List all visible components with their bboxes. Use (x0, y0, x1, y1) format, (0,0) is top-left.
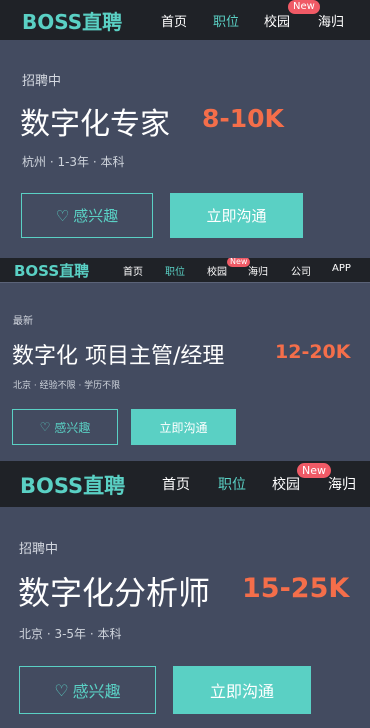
nav-overseas[interactable]: 海归 (318, 11, 344, 30)
new-badge: New (297, 463, 331, 478)
nav-home[interactable]: 首页 (162, 474, 190, 494)
job-salary: 12-20K (275, 341, 351, 363)
chat-now-label: 立即沟通 (206, 207, 267, 225)
divider (0, 282, 370, 283)
heart-icon: ♡ (54, 680, 69, 700)
job-status: 招聘中 (19, 542, 59, 557)
job-meta: 北京 · 3-5年 · 本科 (19, 627, 122, 641)
job-status: 最新 (13, 316, 33, 327)
job-status: 招聘中 (22, 74, 62, 89)
interest-label: 感兴趣 (73, 207, 119, 225)
new-badge: New (227, 258, 251, 267)
interest-button[interactable]: ♡ 感兴趣 (19, 666, 156, 714)
top-navbar: BOSS直聘 首页 职位 校园 New 海归 (0, 0, 370, 40)
job-card-2: BOSS直聘 首页 职位 校园 New 海归 公司 APP 最新 数字化 项目主… (0, 258, 370, 461)
chat-now-button[interactable]: 立即沟通 (173, 666, 311, 714)
nav-overseas[interactable]: 海归 (248, 263, 268, 278)
job-card-1: BOSS直聘 首页 职位 校园 New 海归 招聘中 数字化专家 8-10K 杭… (0, 0, 370, 258)
nav-company[interactable]: 公司 (291, 263, 311, 278)
chat-now-button[interactable]: 立即沟通 (131, 409, 236, 445)
chat-now-label: 立即沟通 (209, 682, 274, 701)
chat-now-label: 立即沟通 (159, 420, 208, 435)
job-meta: 杭州 · 1-3年 · 本科 (22, 155, 125, 169)
nav-overseas[interactable]: 海归 (328, 474, 356, 494)
job-meta: 北京 · 经验不限 · 学历不限 (13, 381, 121, 391)
heart-icon: ♡ (55, 206, 70, 225)
nav-campus[interactable]: 校园 (272, 474, 300, 494)
boss-logo[interactable]: BOSS直聘 (22, 6, 122, 35)
job-title[interactable]: 数字化 项目主管/经理 (12, 338, 224, 370)
interest-button[interactable]: ♡ 感兴趣 (21, 193, 153, 238)
job-title[interactable]: 数字化分析师 (18, 568, 210, 614)
heart-icon: ♡ (39, 420, 51, 434)
nav-jobs[interactable]: 职位 (213, 11, 239, 30)
nav-campus[interactable]: 校园 (207, 263, 227, 278)
boss-logo[interactable]: BOSS直聘 (20, 470, 125, 500)
chat-now-button[interactable]: 立即沟通 (170, 193, 303, 238)
nav-jobs[interactable]: 职位 (165, 263, 185, 278)
nav-campus[interactable]: 校园 (264, 11, 290, 30)
boss-logo[interactable]: BOSS直聘 (14, 260, 89, 281)
job-salary: 8-10K (202, 104, 284, 133)
interest-button[interactable]: ♡ 感兴趣 (12, 409, 118, 445)
job-title[interactable]: 数字化专家 (20, 99, 170, 143)
new-badge: New (288, 0, 320, 14)
job-card-3: BOSS直聘 首页 职位 校园 New 海归 招聘中 数字化分析师 15-25K… (0, 461, 370, 728)
nav-home[interactable]: 首页 (123, 263, 143, 278)
interest-label: 感兴趣 (72, 682, 121, 701)
nav-app[interactable]: APP (332, 263, 351, 274)
interest-label: 感兴趣 (54, 420, 91, 435)
nav-home[interactable]: 首页 (161, 11, 187, 30)
top-navbar: BOSS直聘 首页 职位 校园 New 海归 公司 APP (0, 258, 370, 282)
job-salary: 15-25K (242, 573, 350, 604)
nav-jobs[interactable]: 职位 (218, 474, 246, 494)
top-navbar: BOSS直聘 首页 职位 校园 New 海归 (0, 461, 370, 507)
